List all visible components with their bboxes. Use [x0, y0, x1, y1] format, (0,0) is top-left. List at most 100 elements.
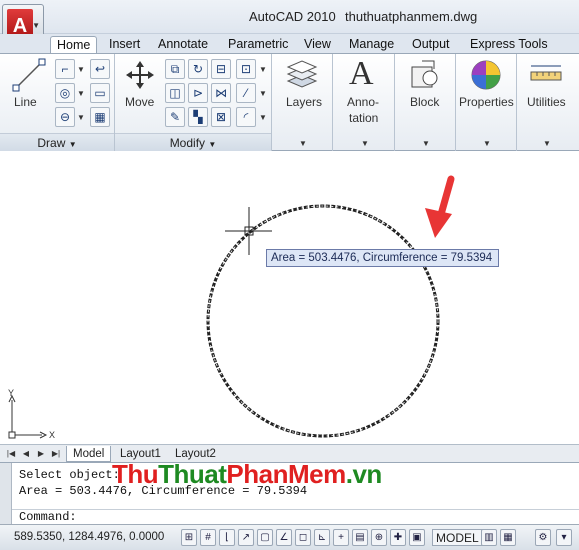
- chevron-down-icon: ▼: [208, 140, 217, 149]
- watermark-part: Thu: [112, 459, 159, 489]
- chevron-down-icon[interactable]: ▼: [77, 89, 85, 98]
- dyn-icon[interactable]: ⊾: [314, 529, 330, 546]
- title-bar: A ▼ AutoCAD 2010 thuthuatphanmem.dwg: [0, 0, 579, 48]
- chevron-down-icon[interactable]: ▼: [299, 139, 307, 148]
- modify-panel-title[interactable]: Modify ▼: [115, 133, 271, 151]
- block-label: Block: [410, 95, 440, 109]
- circle-tool-icon[interactable]: ◎: [55, 83, 75, 103]
- stretch-icon[interactable]: ◫: [165, 83, 185, 103]
- draw-panel-label: Draw: [37, 136, 66, 150]
- chevron-down-icon[interactable]: ▼: [361, 139, 369, 148]
- file-title: thuthuatphanmem.dwg: [345, 9, 478, 24]
- fillet-icon[interactable]: ◜: [236, 107, 256, 127]
- chevron-down-icon[interactable]: ▼: [483, 139, 491, 148]
- ucs-x-label: X: [49, 430, 55, 440]
- quick-properties-icon[interactable]: ▤: [352, 529, 368, 546]
- command-prompt: Command:: [19, 510, 77, 524]
- chevron-down-icon[interactable]: ▼: [77, 65, 85, 74]
- osnap-icon[interactable]: ▢: [257, 529, 273, 546]
- offset-icon[interactable]: ⊠: [211, 107, 231, 127]
- model-space-button[interactable]: MODEL: [432, 529, 483, 546]
- move-tool-icon[interactable]: [124, 59, 156, 91]
- quick-view-layouts-icon[interactable]: ▥: [481, 529, 497, 546]
- tab-insert[interactable]: Insert: [103, 36, 146, 54]
- rotate-icon[interactable]: ↻: [188, 59, 208, 79]
- chevron-down-icon[interactable]: ▼: [259, 65, 267, 74]
- extend-icon[interactable]: ⁄: [236, 83, 256, 103]
- lineweight-icon[interactable]: +: [333, 529, 349, 546]
- annotation-scale-icon[interactable]: ⊕: [371, 529, 387, 546]
- line-tool-label: Line: [14, 95, 37, 109]
- ellipse-icon[interactable]: ⊖: [55, 107, 75, 127]
- utilities-label: Utilities: [527, 95, 566, 109]
- chevron-down-icon[interactable]: ▼: [422, 139, 430, 148]
- chevron-down-icon[interactable]: ▼: [77, 113, 85, 122]
- chevron-down-icon[interactable]: ▼: [259, 113, 267, 122]
- crosshair-toggle-icon[interactable]: ✚: [390, 529, 406, 546]
- tab-model[interactable]: Model: [66, 446, 112, 462]
- scale-icon[interactable]: ⊡: [236, 59, 256, 79]
- layers-icon[interactable]: [285, 59, 319, 91]
- ucs-y-label: Y: [8, 388, 14, 398]
- annotation-icon[interactable]: A: [349, 55, 374, 93]
- first-layout-icon[interactable]: |◀: [5, 447, 17, 460]
- next-layout-icon[interactable]: ▶: [35, 447, 47, 460]
- arc-icon[interactable]: ↩: [90, 59, 110, 79]
- app-title: AutoCAD 2010: [249, 9, 336, 24]
- watermark-logo: ThuThuatPhanMem.vn: [112, 459, 382, 490]
- layer-props-icon[interactable]: ▣: [409, 529, 425, 546]
- workspace-switching-icon[interactable]: ⚙: [535, 529, 551, 546]
- otrack-icon[interactable]: ∠: [276, 529, 292, 546]
- polyline-icon[interactable]: ⌐: [55, 59, 75, 79]
- coordinate-readout[interactable]: 589.5350, 1284.4976, 0.0000: [14, 531, 164, 543]
- array-icon[interactable]: ▚: [188, 107, 208, 127]
- toolbar-lock-icon[interactable]: ▾: [556, 529, 572, 546]
- tab-output[interactable]: Output: [406, 36, 456, 54]
- measure-icon[interactable]: [529, 64, 563, 86]
- annotation-label-line1: Anno-: [347, 95, 380, 109]
- tab-parametric[interactable]: Parametric: [222, 36, 294, 54]
- command-history-line: Select object:: [19, 468, 120, 482]
- quick-view-drawings-icon[interactable]: ▦: [500, 529, 516, 546]
- annotation-label-line2: tation: [349, 111, 379, 125]
- mirror-icon[interactable]: ⋈: [211, 83, 231, 103]
- grid-icon[interactable]: #: [200, 529, 216, 546]
- measurement-tooltip: Area = 503.4476, Circumference = 79.5394: [266, 249, 499, 267]
- watermark-part: Thuat: [158, 459, 227, 489]
- line-tool-icon[interactable]: [12, 58, 46, 92]
- draw-panel-title[interactable]: Draw ▼: [0, 133, 114, 151]
- circle-object[interactable]: [206, 204, 440, 438]
- polar-icon[interactable]: ↗: [238, 529, 254, 546]
- last-layout-icon[interactable]: ▶|: [50, 447, 62, 460]
- chevron-down-icon[interactable]: ▼: [543, 139, 551, 148]
- chevron-down-icon: ▼: [32, 21, 40, 30]
- drawing-svg: Y X: [8, 175, 455, 440]
- block-icon[interactable]: [408, 59, 442, 91]
- watermark-part: PhanMem: [226, 459, 346, 489]
- color-wheel-icon[interactable]: [469, 59, 503, 91]
- tab-express-tools[interactable]: Express Tools: [464, 36, 554, 54]
- ribbon: Line ⌐ ▼ ↩ ◎ ▼ ▭ ⊖ ▼ ▦ Draw ▼ Move ⧉ ↻ ⊟…: [0, 53, 579, 151]
- tab-home[interactable]: Home: [50, 36, 98, 54]
- ducs-icon[interactable]: ◻: [295, 529, 311, 546]
- prev-layout-icon[interactable]: ◀: [20, 447, 32, 460]
- hatch-icon[interactable]: ▦: [90, 107, 110, 127]
- ortho-icon[interactable]: ⌊: [219, 529, 235, 546]
- snap-mode-icon[interactable]: ⊞: [181, 529, 197, 546]
- move-tool-label: Move: [125, 95, 155, 109]
- erase-icon[interactable]: ✎: [165, 107, 185, 127]
- red-arrow-icon: [425, 175, 455, 238]
- drawing-canvas[interactable]: Y X: [0, 152, 579, 444]
- panel-divider: [516, 54, 517, 151]
- chevron-down-icon[interactable]: ▼: [259, 89, 267, 98]
- panel-divider: [332, 54, 333, 151]
- trim-icon[interactable]: ⊟: [211, 59, 231, 79]
- rectangle-icon[interactable]: ▭: [90, 83, 110, 103]
- command-input[interactable]: Command:: [12, 509, 579, 525]
- tab-manage[interactable]: Manage: [343, 36, 400, 54]
- copy-icon[interactable]: ⧉: [165, 59, 185, 79]
- tab-annotate[interactable]: Annotate: [152, 36, 214, 54]
- tab-view[interactable]: View: [298, 36, 337, 54]
- mirror-icon[interactable]: ⊳: [188, 83, 208, 103]
- command-window-grip[interactable]: [0, 463, 12, 525]
